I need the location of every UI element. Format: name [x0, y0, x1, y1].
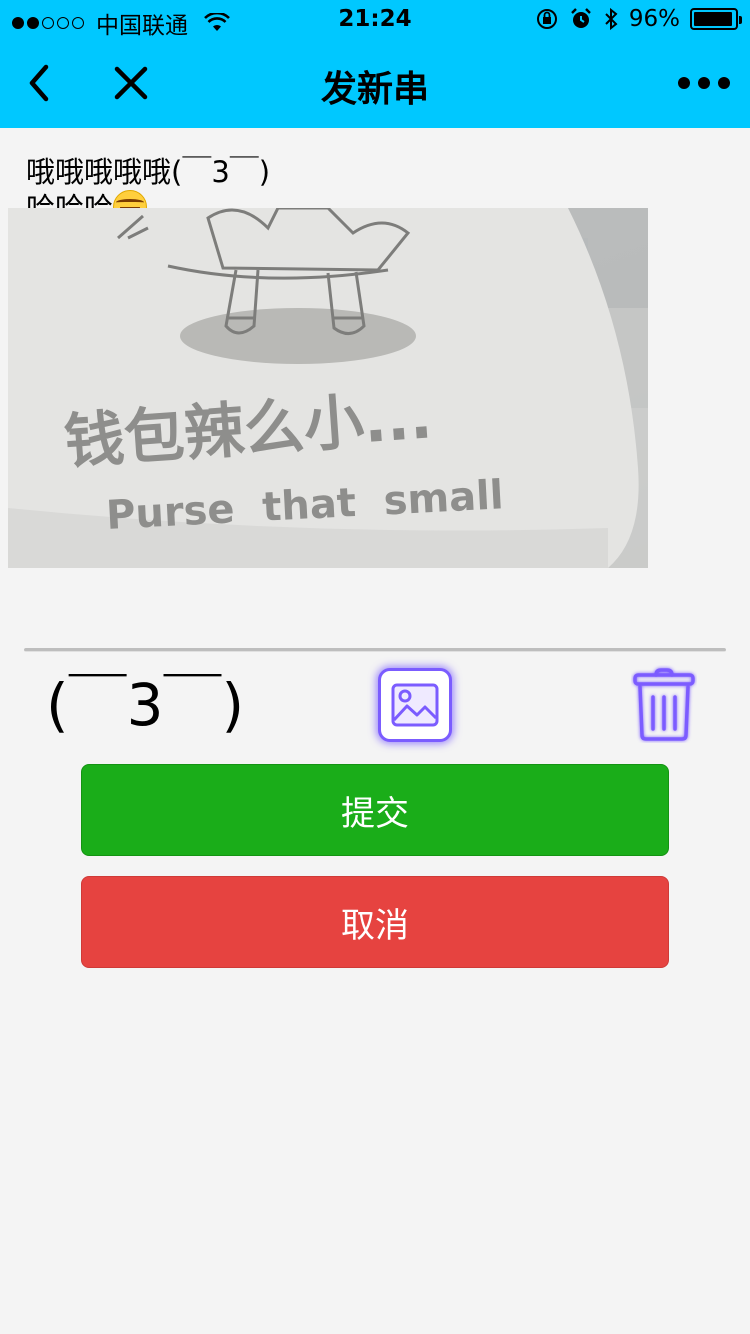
back-button[interactable] — [14, 58, 64, 108]
divider — [24, 648, 726, 652]
more-icon-dot — [718, 77, 730, 89]
close-icon — [114, 66, 148, 100]
alarm-icon — [571, 8, 591, 28]
more-icon-dot — [678, 77, 690, 89]
post-text-line1: 哦哦哦哦哦(￣3￣) — [26, 155, 271, 189]
post-image[interactable]: 钱包辣么小... Purse that small — [8, 208, 648, 568]
rotation-lock-icon — [536, 9, 557, 29]
image-icon — [391, 683, 439, 727]
battery-percent: 96% — [628, 6, 680, 32]
more-button[interactable] — [678, 68, 730, 98]
status-right: 96% — [535, 6, 742, 32]
battery-fill — [694, 12, 733, 26]
submit-button[interactable]: 提交 — [81, 764, 669, 856]
status-bar: 中国联通 21:24 96% — [0, 0, 750, 40]
battery-icon — [690, 8, 742, 30]
kaomoji-button[interactable]: (￣3￣) — [46, 670, 244, 740]
nav-bar: 发新串 — [0, 40, 750, 128]
cancel-button[interactable]: 取消 — [81, 876, 669, 968]
pillow-photo: 钱包辣么小... Purse that small — [8, 208, 648, 568]
delete-button[interactable] — [630, 664, 698, 744]
chevron-left-icon — [29, 64, 49, 102]
more-icon-dot — [698, 77, 710, 89]
trash-icon — [633, 668, 695, 741]
close-button[interactable] — [106, 58, 156, 108]
bluetooth-icon — [605, 7, 618, 31]
image-picker-button[interactable] — [378, 668, 452, 742]
